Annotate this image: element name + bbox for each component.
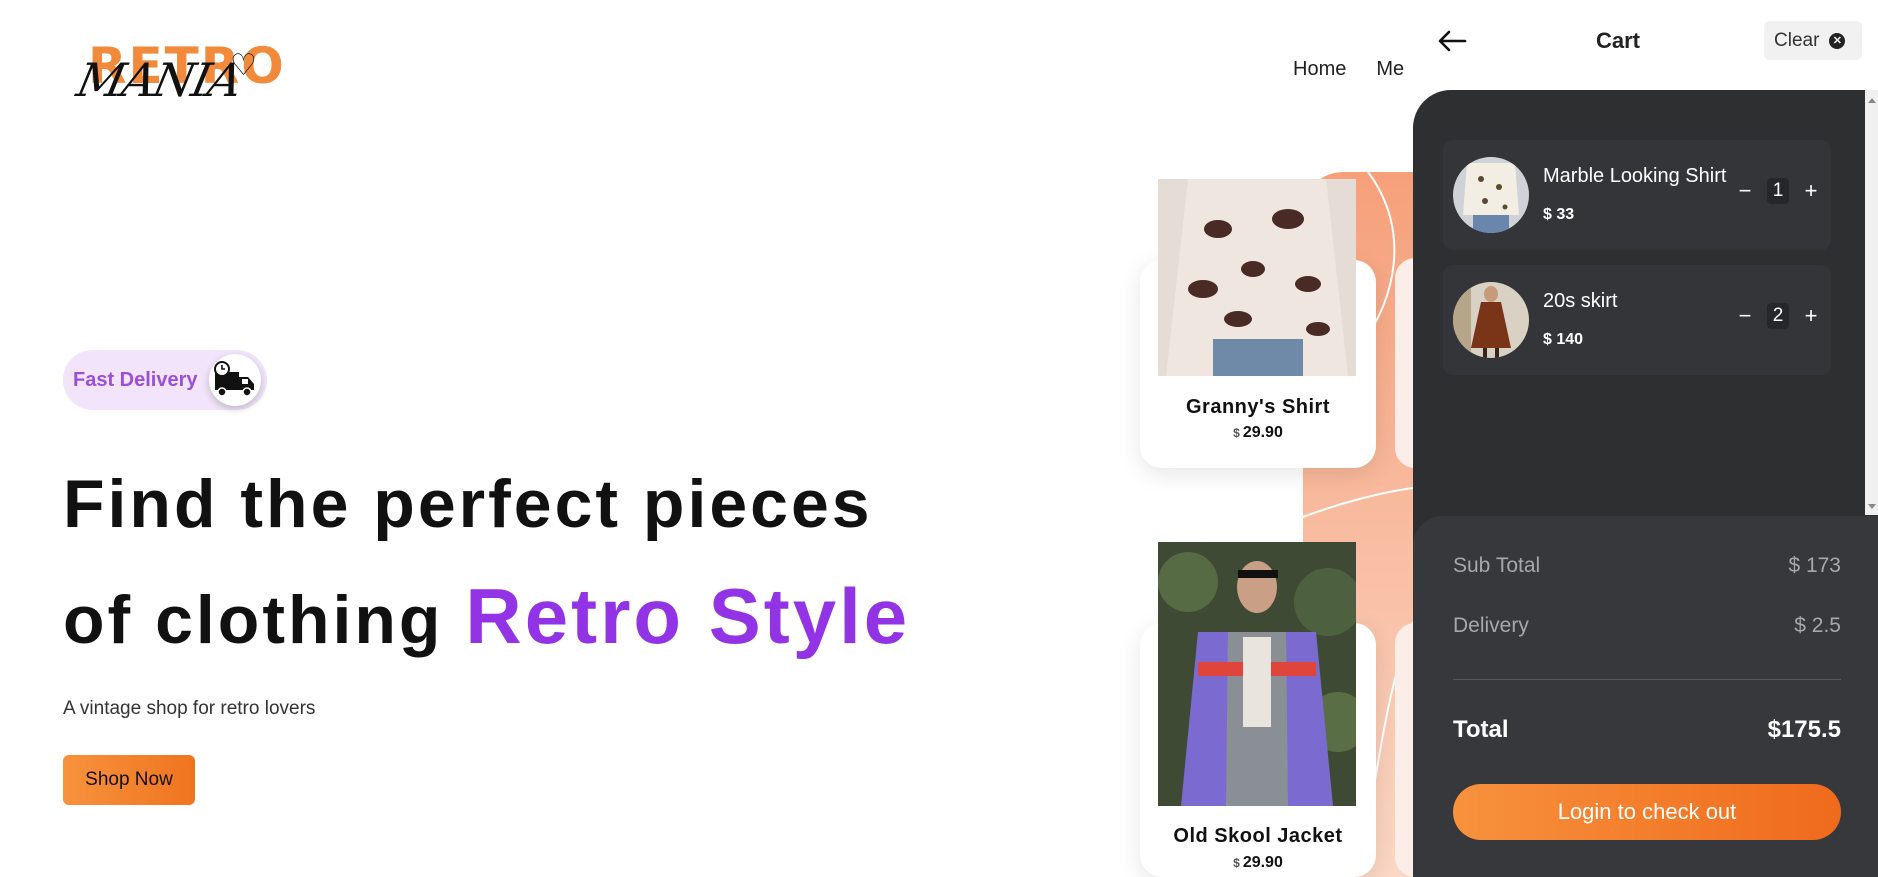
product-name: Old Skool Jacket — [1173, 825, 1343, 847]
shop-now-button[interactable]: Shop Now — [63, 755, 195, 805]
nav-menu[interactable]: Me — [1376, 58, 1404, 81]
cart-item-price: $ 140 — [1543, 331, 1584, 348]
total-row: Total $175.5 — [1453, 716, 1841, 744]
summary-divider — [1453, 679, 1841, 680]
clear-cart-button[interactable]: Clear ✕ — [1764, 21, 1862, 60]
decrease-quantity-button[interactable]: − — [1735, 303, 1755, 329]
cart-item: Marble Looking Shirt $ 33 − 1 + — [1443, 140, 1831, 250]
main-nav: Home Me — [1293, 58, 1404, 81]
increase-quantity-button[interactable]: + — [1801, 178, 1821, 204]
cart-item: 20s skirt $ 140 − 2 + — [1443, 265, 1831, 375]
logo[interactable]: RETRO MANIA ♡ — [72, 36, 284, 116]
quantity-stepper: − 2 + — [1735, 303, 1821, 329]
increase-quantity-button[interactable]: + — [1801, 303, 1821, 329]
decrease-quantity-button[interactable]: − — [1735, 178, 1755, 204]
nav-home[interactable]: Home — [1293, 58, 1346, 81]
total-label: Total — [1453, 716, 1509, 743]
close-circle-icon: ✕ — [1829, 32, 1846, 49]
total-value: $175.5 — [1767, 716, 1841, 743]
headline-accent: Retro Style — [465, 572, 911, 660]
subtotal-label: Sub Total — [1453, 554, 1541, 577]
headline-line-1: Find the perfect pieces — [63, 466, 873, 542]
product-image-grannys-shirt[interactable] — [1158, 179, 1356, 376]
clear-label: Clear — [1774, 29, 1820, 51]
headline-line-2: of clothing — [63, 582, 444, 658]
delivery-truck-icon — [209, 354, 261, 406]
quantity-stepper: − 1 + — [1735, 178, 1821, 204]
quantity-value: 2 — [1767, 303, 1789, 329]
product-image-old-skool-jacket[interactable] — [1158, 542, 1356, 806]
hero-subtitle: A vintage shop for retro lovers — [63, 698, 316, 719]
logo-script: MANIA — [72, 53, 246, 107]
login-to-checkout-button[interactable]: Login to check out — [1453, 784, 1841, 840]
fast-delivery-badge: Fast Delivery — [63, 350, 267, 410]
cart-title: Cart — [1595, 28, 1640, 53]
cart-scrollbar[interactable] — [1865, 90, 1878, 515]
product-price: $29.90 — [1233, 424, 1283, 441]
cart-item-name: Marble Looking Shirt — [1543, 165, 1727, 187]
product-name: Granny's Shirt — [1185, 396, 1330, 418]
badge-label: Fast Delivery — [73, 368, 198, 391]
cart-item-price: $ 33 — [1543, 206, 1575, 223]
scroll-up-icon[interactable] — [1868, 98, 1876, 103]
delivery-label: Delivery — [1453, 614, 1529, 637]
cart-item-name: 20s skirt — [1543, 290, 1618, 312]
subtotal-value: $ 173 — [1788, 554, 1841, 577]
hero-headline: Find the perfect pieces of clothing Retr… — [63, 448, 910, 676]
scroll-down-icon[interactable] — [1868, 504, 1876, 509]
cart-item-image — [1453, 157, 1529, 233]
order-summary: Sub Total $ 173 Delivery $ 2.5 Total $17… — [1413, 516, 1878, 877]
subtotal-row: Sub Total $ 173 — [1453, 554, 1841, 578]
heart-icon: ♡ — [230, 49, 257, 82]
cart-header: Cart Clear ✕ — [1413, 0, 1878, 82]
cart-drawer: Cart Clear ✕ Marble Looking Shirt $ 33 −… — [1413, 0, 1878, 877]
product-price: $29.90 — [1233, 854, 1283, 871]
cart-item-image — [1453, 282, 1529, 358]
delivery-value: $ 2.5 — [1794, 614, 1841, 637]
quantity-value: 1 — [1767, 178, 1789, 204]
delivery-row: Delivery $ 2.5 — [1453, 614, 1841, 638]
